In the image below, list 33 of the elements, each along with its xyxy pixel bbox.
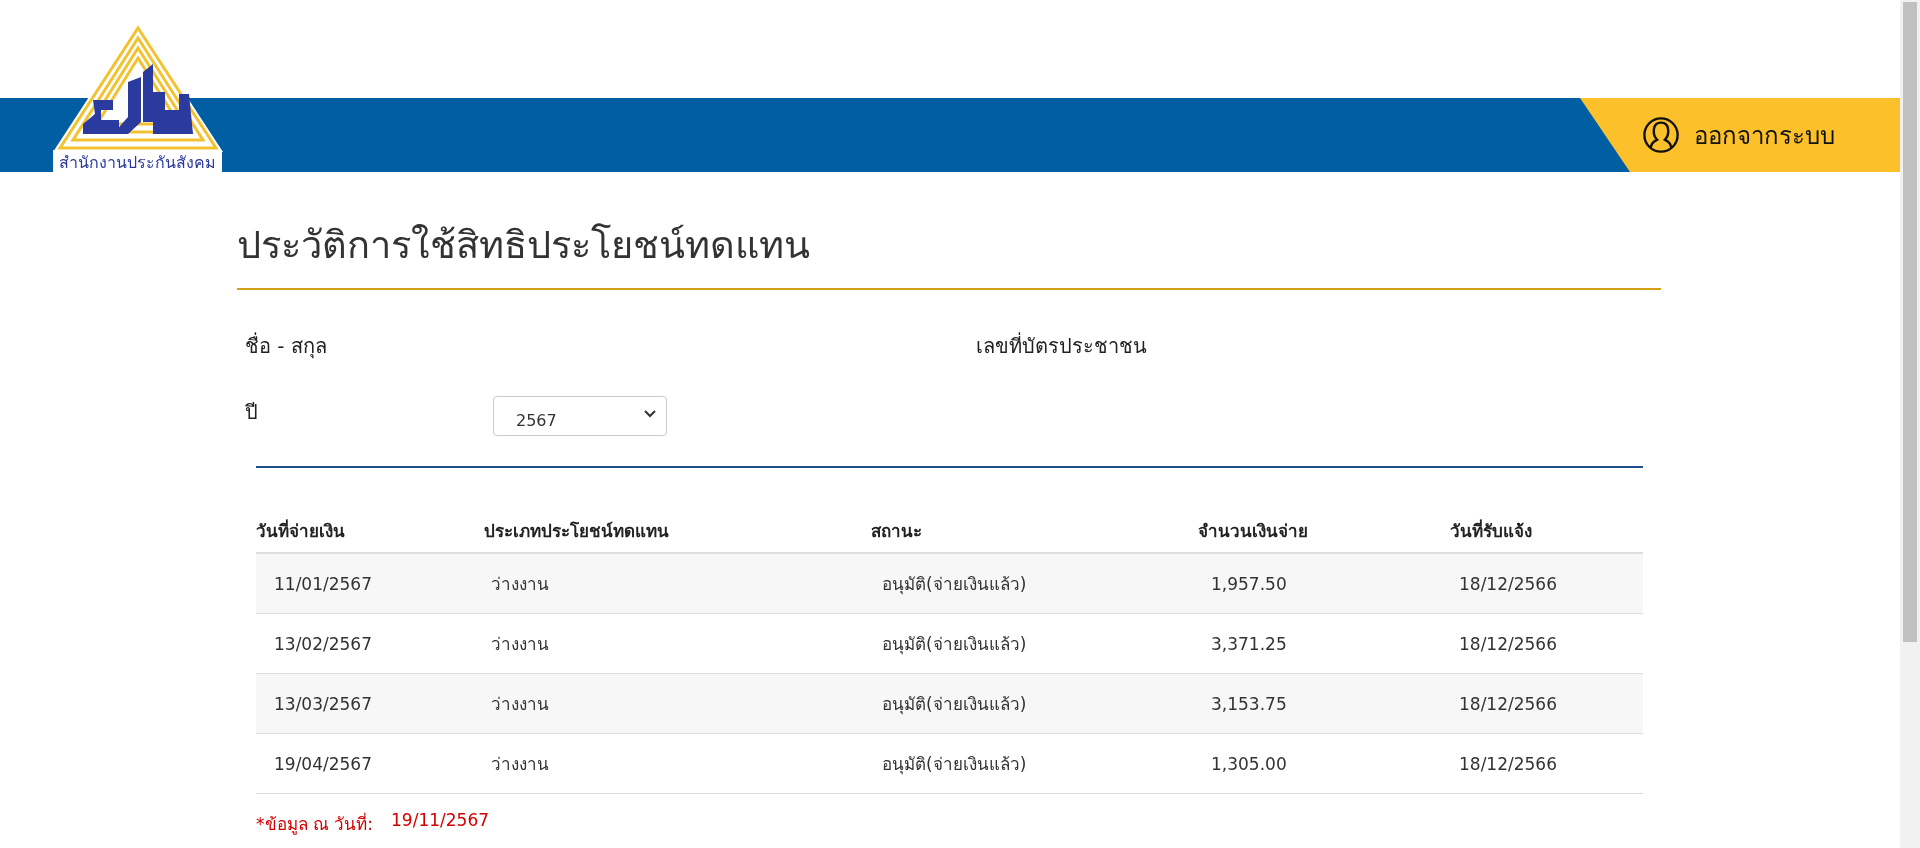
table-cell: 3,371.25 (1197, 613, 1449, 674)
table-cell: ว่างงาน (483, 613, 870, 674)
name-label: ชื่อ - สกุล (244, 331, 328, 361)
user-icon (1642, 116, 1680, 154)
chevron-down-icon (644, 409, 656, 418)
table-cell: 13/03/2567 (256, 673, 483, 734)
table-cell: ว่างงาน (483, 733, 870, 794)
data-date-value: 19/11/2567 (391, 810, 490, 832)
scrollbar[interactable] (1900, 0, 1920, 848)
scrollbar-thumb[interactable] (1903, 2, 1917, 642)
page-title: ประวัติการใช้สิทธิประโยชน์ทดแทน (237, 222, 811, 269)
table-cell: ว่างงาน (483, 553, 870, 614)
table-cell: อนุมัติ(จ่ายเงินแล้ว) (870, 553, 1197, 614)
data-date-label: *ข้อมูล ณ วันที่: (256, 811, 374, 837)
table-cell: 19/04/2567 (256, 733, 483, 794)
table-cell: ว่างงาน (483, 673, 870, 734)
table-cell: 11/01/2567 (256, 553, 483, 614)
table-cell: 18/12/2566 (1449, 553, 1643, 614)
table-cell: 18/12/2566 (1449, 613, 1643, 674)
year-label: ปี (244, 399, 259, 426)
table-cell: 18/12/2566 (1449, 733, 1643, 794)
logo-caption: สำนักงานประกันสังคม (53, 150, 222, 175)
logout-button[interactable]: ออกจากระบบ (1580, 98, 1900, 172)
table-cell: อนุมัติ(จ่ายเงินแล้ว) (870, 673, 1197, 734)
table-cell: 18/12/2566 (1449, 673, 1643, 734)
year-select[interactable]: 2567 (493, 396, 667, 436)
table-cell: 3,153.75 (1197, 673, 1449, 734)
table-cell: 13/02/2567 (256, 613, 483, 674)
table-cell: 1,305.00 (1197, 733, 1449, 794)
table-cell: 1,957.50 (1197, 553, 1449, 614)
table-cell: อนุมัติ(จ่ายเงินแล้ว) (870, 733, 1197, 794)
id-card-label: เลขที่บัตรประชาชน (976, 331, 1147, 360)
table-cell: อนุมัติ(จ่ายเงินแล้ว) (870, 613, 1197, 674)
